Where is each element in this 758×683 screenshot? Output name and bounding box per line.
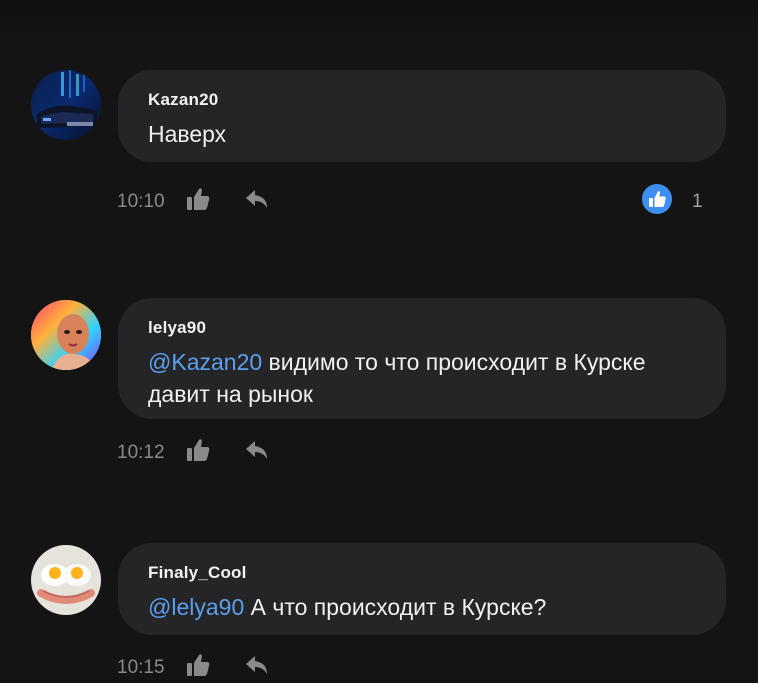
comment-time: 10:12 bbox=[117, 442, 165, 463]
avatar[interactable] bbox=[31, 70, 101, 140]
reply-arrow-icon[interactable] bbox=[245, 439, 271, 463]
thumbs-up-icon[interactable] bbox=[185, 437, 211, 463]
comment-bubble: lelya90 @Kazan20 видимо то что происходи… bbox=[118, 298, 726, 419]
reply-arrow-icon[interactable] bbox=[245, 188, 271, 212]
comment-actions: 10:12 bbox=[117, 437, 717, 467]
comment-time: 10:15 bbox=[117, 657, 165, 678]
scroll-top-fade bbox=[0, 0, 758, 40]
comment-text: @lelya90 А что происходит в Курске? bbox=[148, 591, 696, 623]
comment-text: Наверх bbox=[148, 118, 696, 150]
comment-bubble: Kazan20 Наверх bbox=[118, 70, 726, 162]
avatar[interactable] bbox=[31, 545, 101, 615]
thumbs-up-icon[interactable] bbox=[185, 652, 211, 678]
likes-count: 1 bbox=[692, 191, 703, 212]
comment-author[interactable]: Kazan20 bbox=[148, 90, 696, 110]
mention-link[interactable]: @Kazan20 bbox=[148, 349, 262, 375]
comment-actions: 10:10 1 bbox=[117, 183, 717, 216]
comment-author[interactable]: lelya90 bbox=[148, 318, 696, 338]
fried-eggs-avatar-image bbox=[31, 545, 101, 615]
girl-avatar-image bbox=[31, 300, 101, 370]
comment-bubble: Finaly_Cool @lelya90 А что происходит в … bbox=[118, 543, 726, 635]
thumbs-up-icon[interactable] bbox=[185, 186, 211, 212]
mention-link[interactable]: @lelya90 bbox=[148, 594, 244, 620]
comment-time: 10:10 bbox=[117, 191, 165, 212]
thumbs-up-badge-icon[interactable] bbox=[641, 183, 673, 215]
car-avatar-image bbox=[31, 70, 101, 140]
comment-actions: 10:15 bbox=[117, 652, 717, 682]
comment-author[interactable]: Finaly_Cool bbox=[148, 563, 696, 583]
reply-arrow-icon[interactable] bbox=[245, 654, 271, 678]
comment-body: Наверх bbox=[148, 121, 227, 147]
comment-body: А что происходит в Курске? bbox=[250, 594, 547, 620]
comment-text: @Kazan20 видимо то что происходит в Курс… bbox=[148, 346, 696, 410]
avatar[interactable] bbox=[31, 300, 101, 370]
